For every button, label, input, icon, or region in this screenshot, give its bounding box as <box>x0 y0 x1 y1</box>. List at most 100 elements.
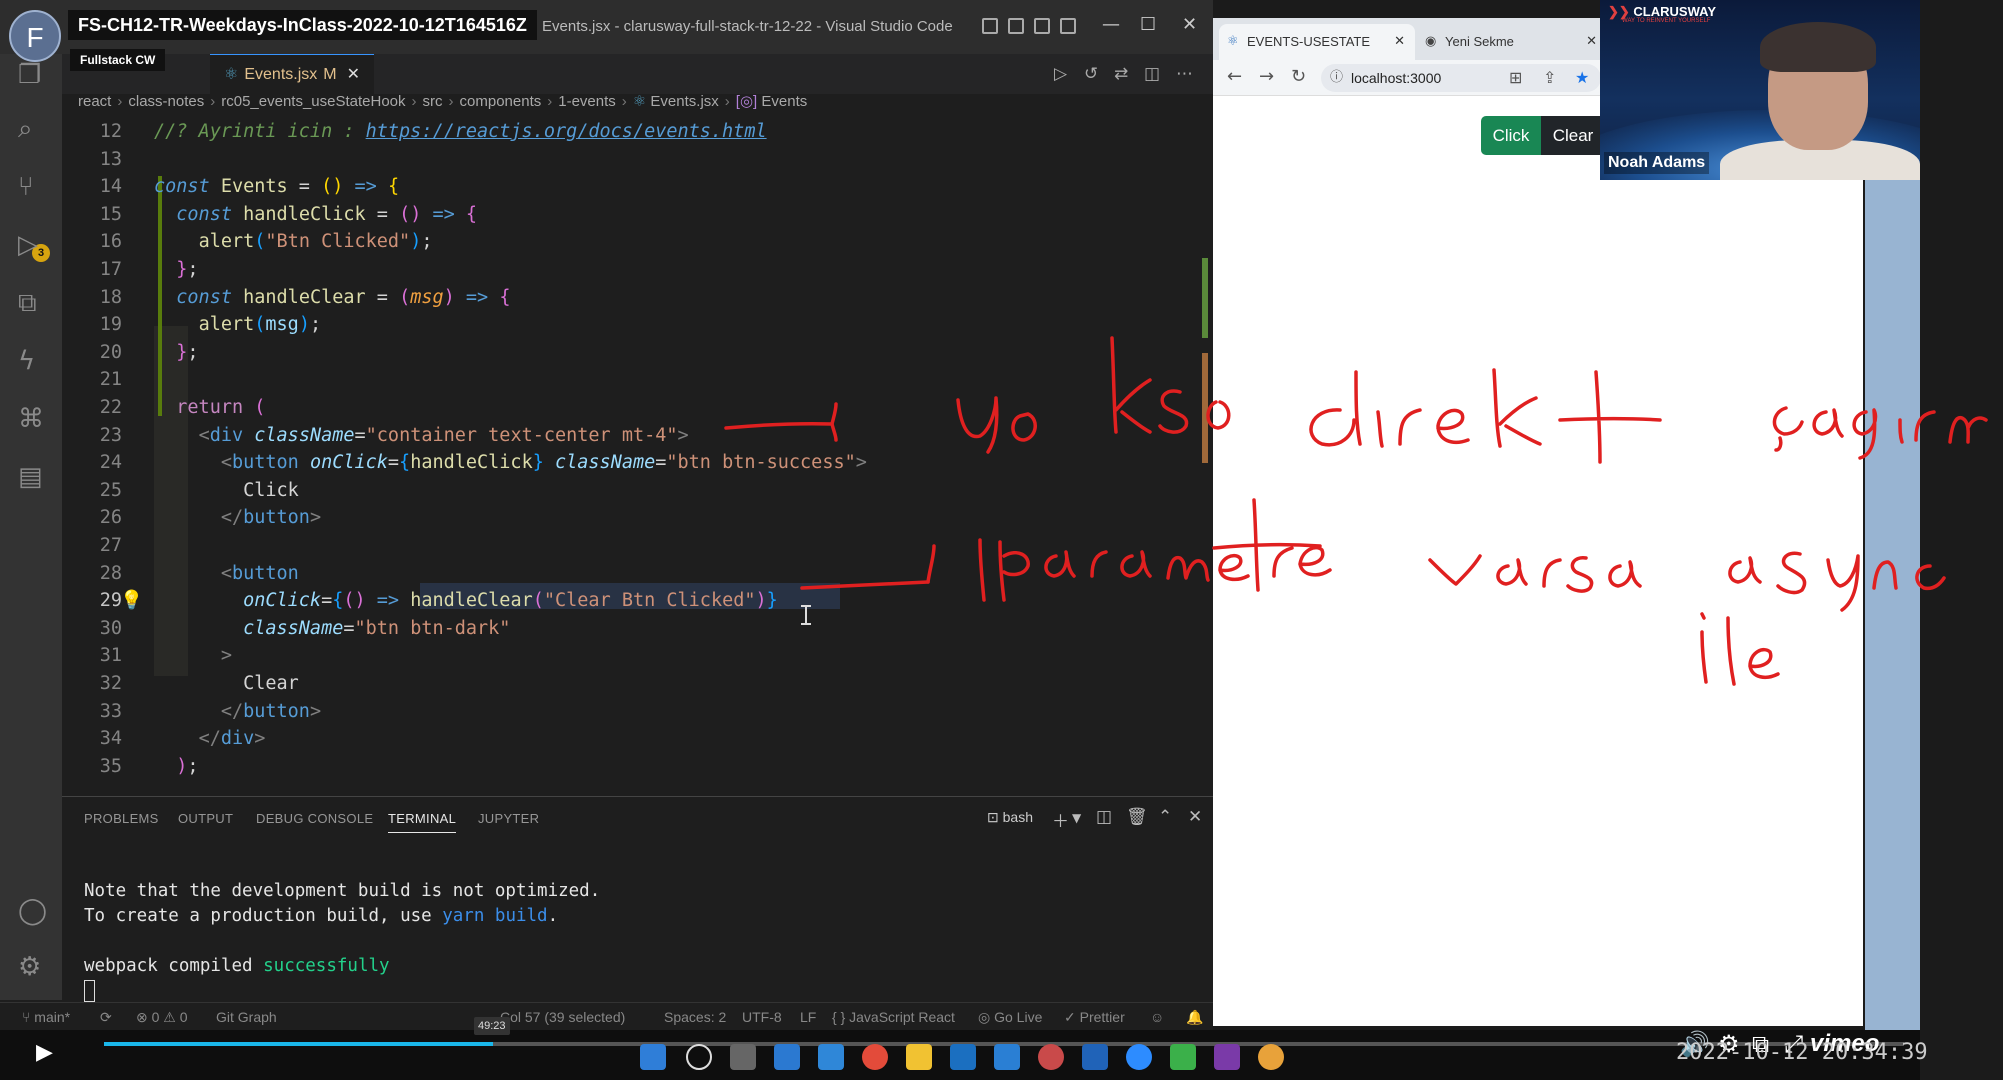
file-explorer-icon[interactable] <box>906 1044 932 1070</box>
explorer-icon[interactable]: ❐ <box>18 60 41 90</box>
windows-start-icon[interactable] <box>640 1044 666 1070</box>
feedback-icon[interactable]: ☺ <box>1150 1009 1164 1025</box>
chrome-icon: ◉ <box>1425 34 1437 49</box>
remote-explorer-icon[interactable]: ⌘ <box>18 404 44 434</box>
click-button[interactable]: Click <box>1481 116 1541 155</box>
code-line: 19 alert(msg); <box>99 314 322 336</box>
zoom-icon[interactable] <box>1126 1044 1152 1070</box>
app-icon[interactable] <box>1082 1044 1108 1070</box>
accounts-icon[interactable]: ◯ <box>18 896 47 926</box>
source-control-icon[interactable]: ⑂ <box>18 172 34 202</box>
thunder-client-icon[interactable]: ϟ <box>18 346 35 376</box>
close-tab-icon[interactable]: ✕ <box>1586 24 1597 60</box>
tab-problems[interactable]: PROBLEMS <box>84 811 159 826</box>
prettier-status[interactable]: ✓ Prettier <box>1064 1009 1125 1026</box>
close-tab-icon[interactable]: ✕ <box>1394 24 1405 60</box>
language-mode[interactable]: { } JavaScript React <box>832 1009 955 1025</box>
browser-tab-events-usestate[interactable]: ⚛ EVENTS-USESTATE ✕ <box>1219 24 1415 60</box>
play-icon[interactable]: ▶ <box>36 1040 53 1065</box>
app-icon[interactable] <box>1038 1044 1064 1070</box>
code-line: 26 </button> <box>99 507 322 529</box>
encoding[interactable]: UTF-8 <box>742 1009 782 1025</box>
maximize-icon[interactable]: ☐ <box>1140 14 1156 35</box>
crumb[interactable]: Events.jsx <box>650 93 718 110</box>
tab-label: Events.jsx <box>244 66 318 83</box>
extensions-icon[interactable]: ⧉ <box>18 288 37 319</box>
chrome-taskbar-icon[interactable] <box>862 1044 888 1070</box>
line-ending[interactable]: LF <box>800 1009 816 1025</box>
new-terminal-icon[interactable]: ＋ <box>1052 807 1069 832</box>
timeline-icon[interactable]: ↺ <box>1084 64 1098 84</box>
chevron-down-icon[interactable]: ▼ <box>1072 811 1081 825</box>
notifications-bell-icon[interactable]: 🔔 <box>1186 1009 1203 1026</box>
tab-terminal[interactable]: TERMINAL <box>388 811 457 833</box>
forward-icon[interactable]: → <box>1259 66 1274 87</box>
crumb[interactable]: class-notes <box>128 93 204 110</box>
address-bar[interactable]: ⓘ localhost:3000 <box>1321 64 1601 92</box>
cursor-position[interactable]: Col 57 (39 selected) <box>500 1009 625 1025</box>
vscode-window: Events.jsx - clarusway-full-stack-tr-12-… <box>0 0 1213 1030</box>
code-line: 17 }; <box>99 259 199 280</box>
taskbar-search-icon[interactable] <box>686 1044 712 1070</box>
app-icon[interactable] <box>1170 1044 1196 1070</box>
run-debug-icon[interactable]: ▷ <box>18 230 38 260</box>
crumb[interactable]: react <box>78 93 111 110</box>
sync-icon[interactable]: ⟳ <box>100 1009 112 1026</box>
code-editor[interactable]: 12//? Ayrinti icin : https://reactjs.org… <box>62 118 1213 790</box>
translate-icon[interactable]: ⊞ <box>1509 68 1522 87</box>
onenote-icon[interactable] <box>1214 1044 1240 1070</box>
more-actions-icon[interactable]: ⋯ <box>1176 64 1193 84</box>
crumb[interactable]: rc05_events_useStateHook <box>221 93 405 110</box>
trash-icon[interactable]: 🗑 <box>1126 807 1148 827</box>
close-icon[interactable]: ✕ <box>1182 14 1197 35</box>
tab-output[interactable]: OUTPUT <box>178 811 233 826</box>
terminal-output[interactable]: Note that the development build is not o… <box>84 879 600 1004</box>
split-editor-icon[interactable]: ◫ <box>1144 64 1160 84</box>
browser-tab-new[interactable]: ◉ Yeni Sekme ✕ <box>1417 24 1607 60</box>
web-page: Click Clear <box>1213 96 1863 1026</box>
split-terminal-icon[interactable]: ◫ <box>1096 807 1112 827</box>
crumb[interactable]: 1-events <box>558 93 616 110</box>
crumb[interactable]: components <box>460 93 542 110</box>
bottom-panel: PROBLEMS OUTPUT DEBUG CONSOLE TERMINAL J… <box>62 796 1213 1002</box>
vscode-taskbar-icon[interactable] <box>818 1044 844 1070</box>
crumb[interactable]: Events <box>761 93 807 110</box>
toggle-panel-icon[interactable] <box>1008 18 1024 34</box>
tab-events-jsx[interactable]: ⚛ Events.jsx M ✕ <box>210 54 374 94</box>
toggle-sidebar-icon[interactable] <box>982 18 998 34</box>
customize-layout-icon[interactable] <box>1060 18 1076 34</box>
indentation[interactable]: Spaces: 2 <box>664 1009 726 1025</box>
crumb[interactable]: src <box>423 93 443 110</box>
mail-icon[interactable] <box>950 1044 976 1070</box>
reload-icon[interactable]: ↻ <box>1291 66 1306 87</box>
minimize-icon[interactable]: — <box>1102 14 1120 35</box>
run-code-icon[interactable]: ▷ <box>1054 64 1067 84</box>
tab-debug-console[interactable]: DEBUG CONSOLE <box>256 811 373 826</box>
maximize-panel-icon[interactable]: ⌃ <box>1158 807 1172 827</box>
clear-button[interactable]: Clear <box>1541 116 1605 155</box>
webcam-feed: ❯❯ CLARUSWAY WAY TO REINVENT YOURSELF No… <box>1600 0 1920 180</box>
search-icon[interactable]: ⌕ <box>18 114 33 145</box>
avatar: F <box>9 10 61 62</box>
branch-indicator[interactable]: ⑂ main* <box>22 1009 70 1025</box>
widgets-icon[interactable] <box>774 1044 800 1070</box>
lightbulb-icon[interactable]: 💡 <box>120 587 143 615</box>
problems-indicator[interactable]: ⊗ 0 ⚠ 0 <box>136 1009 188 1026</box>
task-view-icon[interactable] <box>730 1044 756 1070</box>
tab-close-icon[interactable]: ✕ <box>347 66 360 83</box>
git-graph-button[interactable]: Git Graph <box>216 1009 277 1025</box>
notebook-icon[interactable]: ▤ <box>18 462 43 492</box>
terminal-shell-selector[interactable]: ⊡ bash <box>987 809 1033 826</box>
bookmark-star-icon[interactable]: ★ <box>1575 68 1589 87</box>
close-panel-icon[interactable]: ✕ <box>1188 807 1202 827</box>
tab-jupyter[interactable]: JUPYTER <box>478 811 539 826</box>
share-icon[interactable]: ⇪ <box>1543 68 1556 87</box>
code-line: 33 </button> <box>99 700 322 722</box>
back-icon[interactable]: ← <box>1227 66 1242 87</box>
settings-gear-icon[interactable]: ⚙ <box>18 952 41 982</box>
go-live-button[interactable]: ◎ Go Live <box>978 1009 1042 1026</box>
chrome-canary-icon[interactable] <box>1258 1044 1284 1070</box>
store-icon[interactable] <box>994 1044 1020 1070</box>
toggle-secondary-sidebar-icon[interactable] <box>1034 18 1050 34</box>
compare-icon[interactable]: ⇄ <box>1114 64 1128 84</box>
